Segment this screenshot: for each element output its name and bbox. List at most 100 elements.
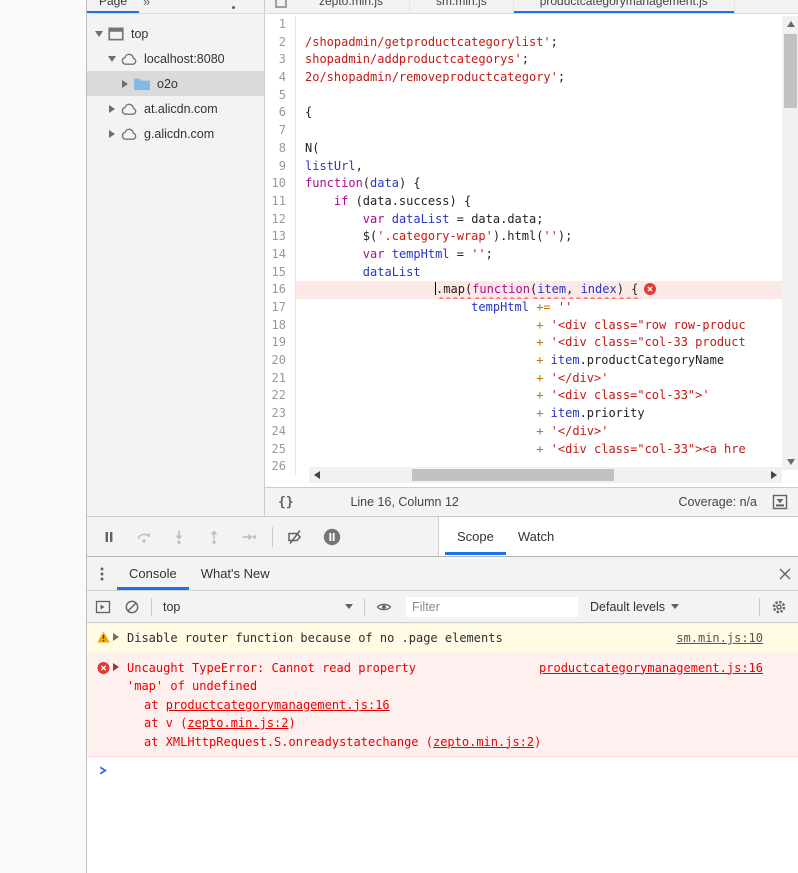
line-number[interactable]: 6 bbox=[265, 104, 296, 123]
chevron-down-icon[interactable] bbox=[106, 55, 118, 62]
console-warning-message[interactable]: Disable router function because of no .p… bbox=[87, 623, 798, 654]
line-number[interactable]: 10 bbox=[265, 175, 296, 193]
code-text[interactable]: + '</div>' bbox=[296, 370, 782, 388]
tab-overflow-button[interactable]: » bbox=[143, 0, 150, 9]
code-text[interactable]: + '<div class="col-33 product bbox=[296, 334, 782, 352]
code-text[interactable]: function(data) { bbox=[296, 175, 782, 193]
console-error-message[interactable]: Uncaught TypeError: Cannot read property… bbox=[87, 653, 798, 757]
tab-whats-new[interactable]: What's New bbox=[189, 557, 282, 590]
source-link[interactable]: zepto.min.js:2 bbox=[187, 716, 288, 730]
horizontal-scroll-thumb[interactable] bbox=[412, 469, 614, 481]
expand-drawer-icon[interactable] bbox=[771, 493, 789, 511]
line-number[interactable]: 16 bbox=[265, 281, 296, 299]
scroll-right-arrow-icon[interactable] bbox=[771, 471, 777, 479]
line-number[interactable]: 9 bbox=[265, 157, 296, 176]
line-number[interactable]: 21 bbox=[265, 369, 296, 388]
tab-sm.min.js[interactable]: sm.min.js bbox=[410, 0, 514, 13]
tab-scope[interactable]: Scope bbox=[445, 517, 506, 556]
code-text[interactable]: .map(function(item, index) { bbox=[296, 281, 782, 299]
line-number[interactable]: 5 bbox=[265, 86, 296, 105]
code-text[interactable]: { bbox=[296, 104, 782, 122]
code-text[interactable]: 2o/shopadmin/removeproductcategory'; bbox=[296, 69, 782, 87]
code-text[interactable]: + item.priority bbox=[296, 405, 782, 423]
scroll-up-arrow-icon[interactable] bbox=[786, 21, 795, 27]
filter-input[interactable] bbox=[406, 596, 578, 617]
tree-item-top[interactable]: top bbox=[87, 21, 264, 46]
chevron-right-icon[interactable] bbox=[106, 104, 118, 113]
code-text[interactable]: dataList bbox=[296, 264, 782, 282]
code-text[interactable] bbox=[296, 16, 782, 34]
tree-item-at.alicdn.com[interactable]: at.alicdn.com bbox=[87, 96, 264, 121]
step-out-icon[interactable] bbox=[206, 529, 222, 545]
code-text[interactable]: N( bbox=[296, 140, 782, 158]
tree-item-g.alicdn.com[interactable]: g.alicdn.com bbox=[87, 121, 264, 146]
code-text[interactable]: /shopadmin/getproductcategorylist'; bbox=[296, 34, 782, 52]
line-number[interactable]: 26 bbox=[265, 458, 296, 476]
chevron-right-icon[interactable] bbox=[119, 79, 131, 88]
code-area[interactable]: 1 2/shopadmin/getproductcategorylist'; 3 sh… bbox=[265, 16, 782, 487]
line-number[interactable]: 11 bbox=[265, 192, 296, 211]
code-text[interactable]: + '<div class="row row-produc bbox=[296, 317, 782, 335]
source-link[interactable]: zepto.min.js:2 bbox=[433, 735, 534, 749]
code-text[interactable]: tempHtml += '' bbox=[296, 299, 782, 317]
chevron-right-icon[interactable] bbox=[113, 633, 119, 641]
code-text[interactable]: listUrl, bbox=[296, 158, 782, 176]
clear-console-icon[interactable] bbox=[124, 599, 140, 615]
execution-context-selector[interactable]: top bbox=[163, 600, 353, 614]
log-levels-dropdown[interactable]: Default levels bbox=[590, 600, 680, 614]
console-prompt[interactable] bbox=[87, 757, 798, 783]
tree-item-localhost:8080[interactable]: localhost:8080 bbox=[87, 46, 264, 71]
tree-item-o2o[interactable]: o2o bbox=[87, 71, 264, 96]
code-text[interactable]: shopadmin/addproductcategorys'; bbox=[296, 51, 782, 69]
line-number[interactable]: 25 bbox=[265, 440, 296, 459]
line-number[interactable]: 3 bbox=[265, 51, 296, 70]
pause-icon[interactable] bbox=[101, 529, 117, 545]
line-number[interactable]: 19 bbox=[265, 334, 296, 353]
code-text[interactable]: + '<div class="col-33">' bbox=[296, 387, 782, 405]
line-number[interactable]: 24 bbox=[265, 422, 296, 441]
kebab-menu-icon[interactable] bbox=[232, 6, 235, 9]
line-number[interactable]: 1 bbox=[265, 16, 296, 34]
vertical-scroll-thumb[interactable] bbox=[784, 34, 797, 108]
line-number[interactable]: 20 bbox=[265, 352, 296, 370]
line-number[interactable]: 2 bbox=[265, 33, 296, 52]
eye-icon[interactable] bbox=[376, 599, 392, 615]
editor-horizontal-scrollbar[interactable] bbox=[309, 467, 782, 483]
code-text[interactable] bbox=[296, 87, 782, 105]
chevron-right-icon[interactable] bbox=[106, 129, 118, 138]
source-link[interactable]: productcategorymanagement.js:16 bbox=[166, 698, 390, 712]
line-number[interactable]: 15 bbox=[265, 263, 296, 282]
tab-watch[interactable]: Watch bbox=[506, 517, 566, 556]
source-link[interactable]: sm.min.js:10 bbox=[676, 629, 763, 648]
step-over-icon[interactable] bbox=[136, 529, 152, 545]
pause-on-exceptions-icon[interactable] bbox=[322, 527, 342, 547]
code-text[interactable] bbox=[296, 122, 782, 140]
line-number[interactable]: 23 bbox=[265, 405, 296, 423]
line-number[interactable]: 8 bbox=[265, 139, 296, 158]
code-text[interactable]: if (data.success) { bbox=[296, 193, 782, 211]
code-text[interactable]: var dataList = data.data; bbox=[296, 211, 782, 229]
line-number[interactable]: 22 bbox=[265, 387, 296, 406]
chevron-right-icon[interactable] bbox=[113, 662, 119, 671]
tab-zepto.min.js[interactable]: zepto.min.js bbox=[293, 0, 411, 13]
chevron-down-icon[interactable] bbox=[93, 30, 105, 37]
line-number[interactable]: 12 bbox=[265, 210, 296, 229]
line-number[interactable]: 4 bbox=[265, 69, 296, 87]
step-into-icon[interactable] bbox=[171, 529, 187, 545]
editor-vertical-scrollbar[interactable] bbox=[782, 16, 798, 470]
code-text[interactable]: $('.category-wrap').html(''); bbox=[296, 228, 782, 246]
line-number[interactable]: 18 bbox=[265, 316, 296, 335]
tab-page[interactable]: Page bbox=[87, 0, 140, 13]
tab-console[interactable]: Console bbox=[117, 557, 189, 590]
tab-productcategorymanagement.js[interactable]: productcategorymanagement.js bbox=[513, 0, 735, 13]
line-number[interactable]: 13 bbox=[265, 228, 296, 246]
step-icon[interactable] bbox=[241, 529, 257, 545]
pretty-print-button[interactable]: {} bbox=[265, 495, 304, 510]
code-text[interactable]: var tempHtml = ''; bbox=[296, 246, 782, 264]
kebab-menu-icon[interactable] bbox=[95, 557, 109, 590]
code-text[interactable]: + '<div class="col-33"><a hre bbox=[296, 441, 782, 459]
line-number[interactable]: 14 bbox=[265, 245, 296, 264]
close-icon[interactable] bbox=[771, 557, 798, 590]
scroll-left-arrow-icon[interactable] bbox=[314, 471, 320, 479]
line-number[interactable]: 17 bbox=[265, 299, 296, 317]
